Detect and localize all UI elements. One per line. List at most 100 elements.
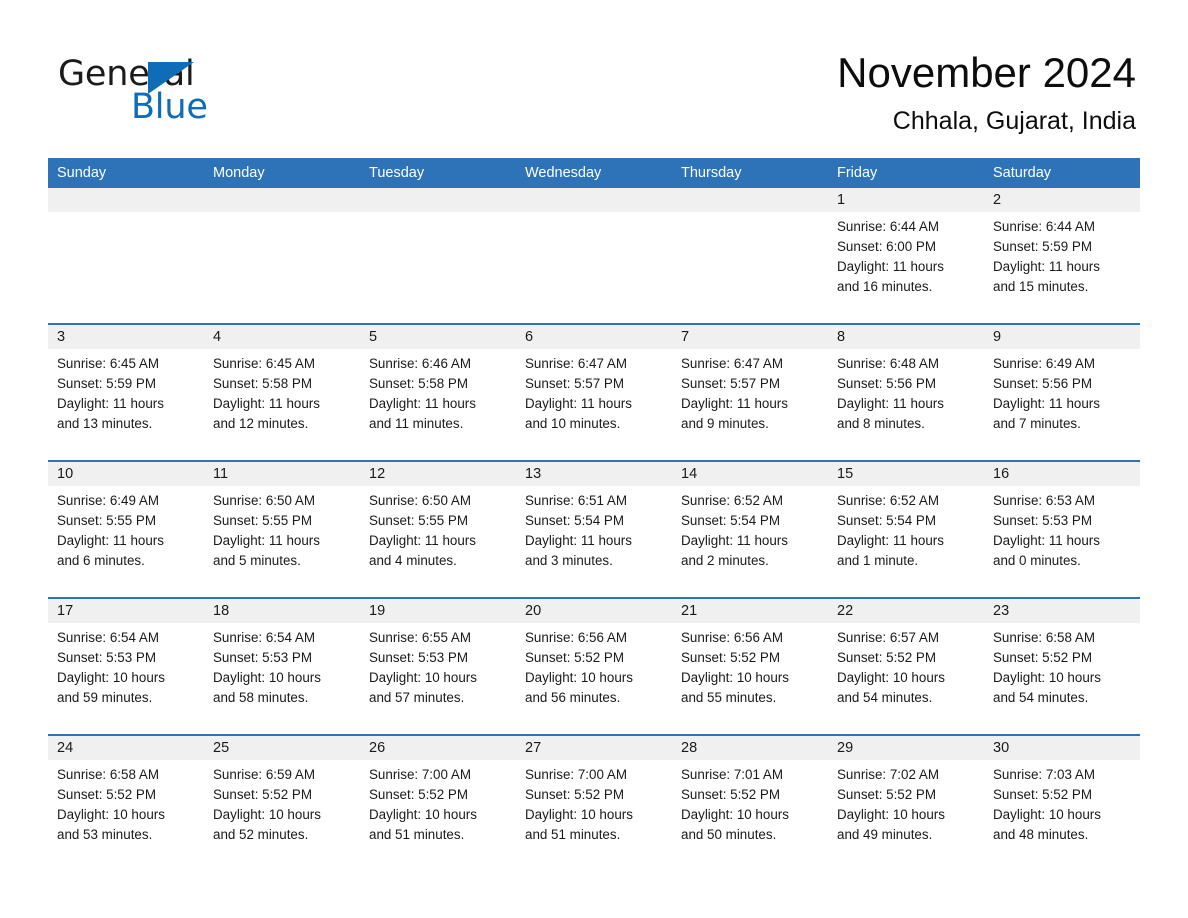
day-details [360, 212, 516, 217]
day-cell-8[interactable]: 8 Sunrise: 6:48 AM Sunset: 5:56 PM Daylight… [828, 325, 984, 460]
day-number: 14 [672, 462, 828, 486]
day-detail-line: and 13 minutes. [57, 416, 153, 431]
day-detail-line: Sunset: 5:54 PM [681, 513, 780, 528]
day-detail-line: Sunrise: 6:52 AM [681, 493, 783, 508]
day-detail-line: Sunrise: 6:44 AM [993, 219, 1095, 234]
day-cell-20[interactable]: 20 Sunrise: 6:56 AM Sunset: 5:52 PM Dayligh… [516, 599, 672, 734]
day-details: Sunrise: 6:53 AM Sunset: 5:53 PM Daylight:… [984, 486, 1140, 571]
day-detail-line: Sunrise: 6:53 AM [993, 493, 1095, 508]
day-cell-empty [360, 188, 516, 323]
day-detail-line: Sunset: 5:59 PM [993, 239, 1092, 254]
day-detail-line: and 56 minutes. [525, 690, 621, 705]
day-cell-17[interactable]: 17 Sunrise: 6:54 AM Sunset: 5:53 PM Dayligh… [48, 599, 204, 734]
day-details: Sunrise: 6:45 AM Sunset: 5:59 PM Daylight:… [48, 349, 204, 434]
day-number: 22 [828, 599, 984, 623]
day-cell-26[interactable]: 26 Sunrise: 7:00 AM Sunset: 5:52 PM Dayligh… [360, 736, 516, 871]
day-number: 27 [516, 736, 672, 760]
day-cell-30[interactable]: 30 Sunrise: 7:03 AM Sunset: 5:52 PM Dayligh… [984, 736, 1140, 871]
day-detail-line: and 8 minutes. [837, 416, 925, 431]
day-detail-line: Daylight: 10 hours [369, 670, 477, 685]
day-detail-line: Sunrise: 7:00 AM [525, 767, 627, 782]
day-cell-3[interactable]: 3 Sunrise: 6:45 AM Sunset: 5:59 PM Daylight… [48, 325, 204, 460]
day-number [360, 188, 516, 212]
day-details: Sunrise: 6:54 AM Sunset: 5:53 PM Daylight:… [204, 623, 360, 708]
day-detail-line: Daylight: 10 hours [837, 670, 945, 685]
day-detail-line: Sunset: 5:56 PM [993, 376, 1092, 391]
day-cell-15[interactable]: 15 Sunrise: 6:52 AM Sunset: 5:54 PM Dayligh… [828, 462, 984, 597]
calendar-week-row: 24 Sunrise: 6:58 AM Sunset: 5:52 PM Dayligh… [48, 734, 1140, 871]
generalblue-logo[interactable]: General Blue [58, 52, 258, 128]
day-number: 20 [516, 599, 672, 623]
day-number [516, 188, 672, 212]
day-detail-line: Daylight: 11 hours [213, 533, 320, 548]
day-detail-line: Daylight: 10 hours [993, 670, 1101, 685]
day-detail-line: Daylight: 11 hours [837, 396, 944, 411]
day-detail-line: and 54 minutes. [993, 690, 1089, 705]
day-detail-line: and 2 minutes. [681, 553, 769, 568]
day-details: Sunrise: 7:00 AM Sunset: 5:52 PM Daylight:… [516, 760, 672, 845]
day-number: 2 [984, 188, 1140, 212]
day-number: 10 [48, 462, 204, 486]
day-cell-23[interactable]: 23 Sunrise: 6:58 AM Sunset: 5:52 PM Dayligh… [984, 599, 1140, 734]
day-cell-27[interactable]: 27 Sunrise: 7:00 AM Sunset: 5:52 PM Dayligh… [516, 736, 672, 871]
day-cell-7[interactable]: 7 Sunrise: 6:47 AM Sunset: 5:57 PM Daylight… [672, 325, 828, 460]
day-cell-28[interactable]: 28 Sunrise: 7:01 AM Sunset: 5:52 PM Dayligh… [672, 736, 828, 871]
day-number [48, 188, 204, 212]
day-detail-line: Sunrise: 6:50 AM [369, 493, 471, 508]
day-detail-line: Sunrise: 6:54 AM [57, 630, 159, 645]
day-detail-line: Sunset: 5:58 PM [369, 376, 468, 391]
day-cell-29[interactable]: 29 Sunrise: 7:02 AM Sunset: 5:52 PM Dayligh… [828, 736, 984, 871]
day-details [672, 212, 828, 217]
day-number: 21 [672, 599, 828, 623]
day-cell-4[interactable]: 4 Sunrise: 6:45 AM Sunset: 5:58 PM Daylight… [204, 325, 360, 460]
calendar-page: General Blue November 2024 Chhala, Gujar… [0, 0, 1188, 918]
day-detail-line: Sunset: 5:56 PM [837, 376, 936, 391]
day-detail-line: and 57 minutes. [369, 690, 465, 705]
day-cell-11[interactable]: 11 Sunrise: 6:50 AM Sunset: 5:55 PM Dayligh… [204, 462, 360, 597]
day-details: Sunrise: 6:58 AM Sunset: 5:52 PM Daylight:… [984, 623, 1140, 708]
day-number: 11 [204, 462, 360, 486]
day-cell-10[interactable]: 10 Sunrise: 6:49 AM Sunset: 5:55 PM Dayligh… [48, 462, 204, 597]
day-detail-line: Daylight: 11 hours [681, 533, 788, 548]
day-detail-line: Daylight: 11 hours [213, 396, 320, 411]
day-cell-24[interactable]: 24 Sunrise: 6:58 AM Sunset: 5:52 PM Dayligh… [48, 736, 204, 871]
day-cell-25[interactable]: 25 Sunrise: 6:59 AM Sunset: 5:52 PM Dayligh… [204, 736, 360, 871]
weekday-header-tuesday: Tuesday [369, 165, 425, 181]
day-cell-21[interactable]: 21 Sunrise: 6:56 AM Sunset: 5:52 PM Dayligh… [672, 599, 828, 734]
day-cell-6[interactable]: 6 Sunrise: 6:47 AM Sunset: 5:57 PM Daylight… [516, 325, 672, 460]
day-number: 28 [672, 736, 828, 760]
day-cell-12[interactable]: 12 Sunrise: 6:50 AM Sunset: 5:55 PM Dayligh… [360, 462, 516, 597]
day-detail-line: Daylight: 11 hours [525, 396, 632, 411]
day-number: 30 [984, 736, 1140, 760]
day-number: 24 [48, 736, 204, 760]
day-cell-13[interactable]: 13 Sunrise: 6:51 AM Sunset: 5:54 PM Dayligh… [516, 462, 672, 597]
day-detail-line: Daylight: 10 hours [213, 807, 321, 822]
day-number: 4 [204, 325, 360, 349]
day-details: Sunrise: 6:44 AM Sunset: 5:59 PM Daylight:… [984, 212, 1140, 297]
day-cell-2[interactable]: 2 Sunrise: 6:44 AM Sunset: 5:59 PM Daylight… [984, 188, 1140, 323]
day-cell-9[interactable]: 9 Sunrise: 6:49 AM Sunset: 5:56 PM Daylight… [984, 325, 1140, 460]
day-details: Sunrise: 7:03 AM Sunset: 5:52 PM Daylight:… [984, 760, 1140, 845]
day-detail-line: Sunset: 5:52 PM [993, 787, 1092, 802]
day-cell-5[interactable]: 5 Sunrise: 6:46 AM Sunset: 5:58 PM Daylight… [360, 325, 516, 460]
day-cell-16[interactable]: 16 Sunrise: 6:53 AM Sunset: 5:53 PM Dayligh… [984, 462, 1140, 597]
day-detail-line: and 16 minutes. [837, 279, 933, 294]
day-detail-line: Sunset: 5:52 PM [681, 650, 780, 665]
day-detail-line: and 11 minutes. [369, 416, 464, 431]
day-detail-line: Sunset: 5:57 PM [681, 376, 780, 391]
day-number: 26 [360, 736, 516, 760]
day-cell-22[interactable]: 22 Sunrise: 6:57 AM Sunset: 5:52 PM Dayligh… [828, 599, 984, 734]
day-detail-line: Sunrise: 6:50 AM [213, 493, 315, 508]
day-details: Sunrise: 6:52 AM Sunset: 5:54 PM Daylight:… [672, 486, 828, 571]
day-detail-line: Sunrise: 7:03 AM [993, 767, 1095, 782]
day-cell-14[interactable]: 14 Sunrise: 6:52 AM Sunset: 5:54 PM Dayligh… [672, 462, 828, 597]
day-detail-line: Daylight: 11 hours [993, 259, 1100, 274]
day-cell-18[interactable]: 18 Sunrise: 6:54 AM Sunset: 5:53 PM Dayligh… [204, 599, 360, 734]
day-detail-line: Sunrise: 6:49 AM [993, 356, 1095, 371]
day-cell-1[interactable]: 1 Sunrise: 6:44 AM Sunset: 6:00 PM Daylight… [828, 188, 984, 323]
day-detail-line: Sunset: 5:57 PM [525, 376, 624, 391]
day-detail-line: Sunrise: 6:55 AM [369, 630, 471, 645]
day-detail-line: Sunrise: 6:59 AM [213, 767, 315, 782]
day-cell-19[interactable]: 19 Sunrise: 6:55 AM Sunset: 5:53 PM Dayligh… [360, 599, 516, 734]
day-detail-line: Sunset: 5:53 PM [369, 650, 468, 665]
